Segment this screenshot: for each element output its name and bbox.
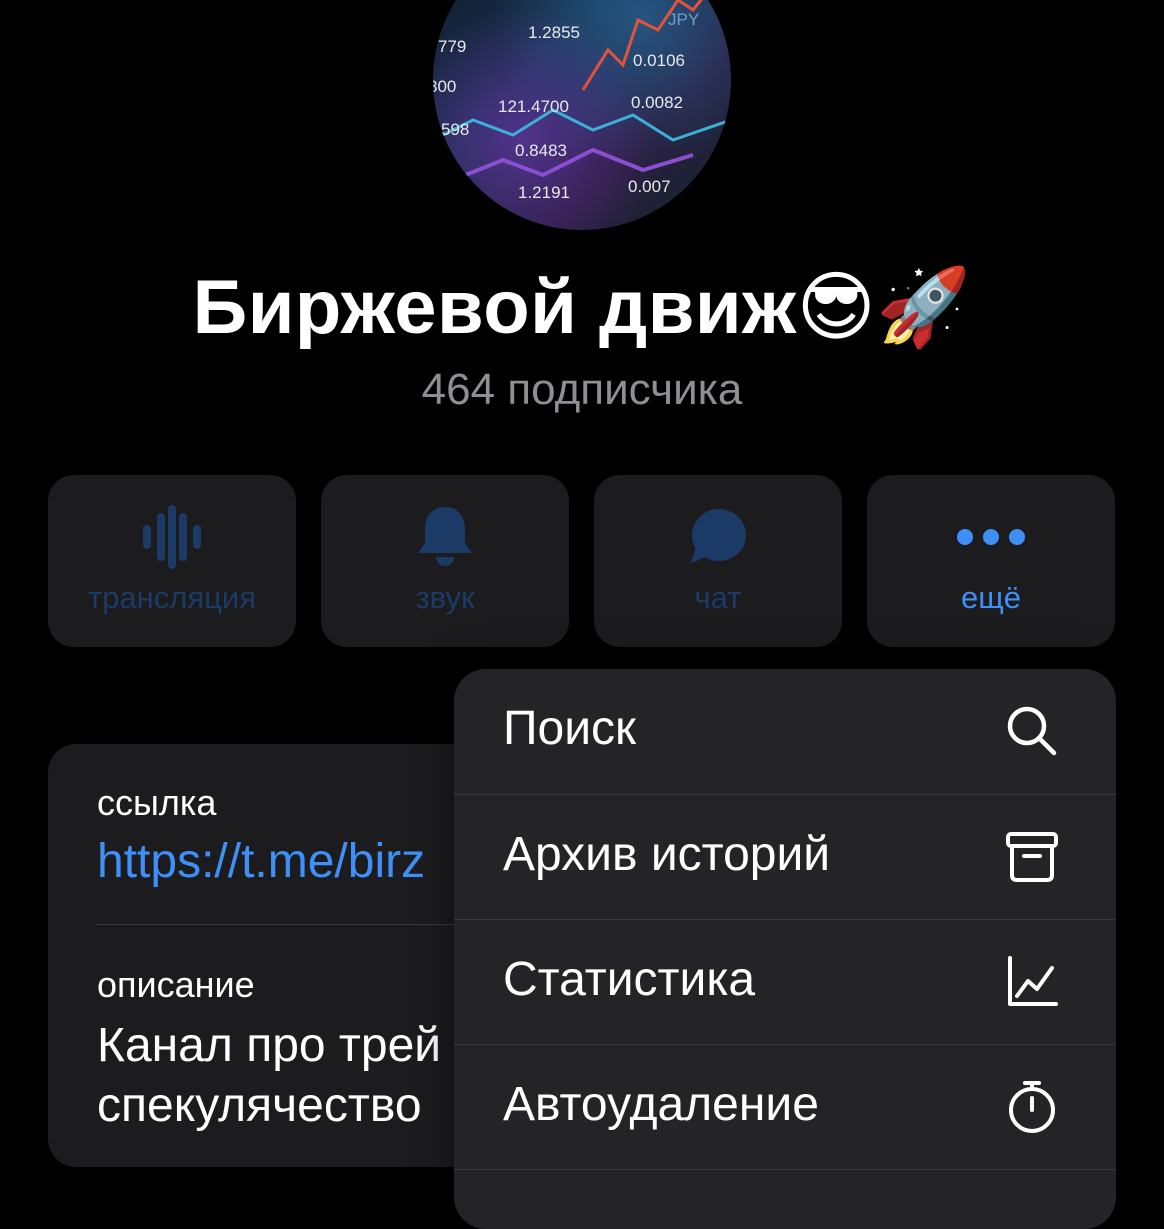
- broadcast-icon: [48, 505, 296, 569]
- chat-bubble-icon: [594, 505, 842, 569]
- stopwatch-icon: [1009, 1081, 1055, 1133]
- more-label: ещё: [961, 580, 1021, 615]
- avatar-number: 598: [441, 120, 469, 139]
- chat-button[interactable]: чат: [594, 475, 842, 647]
- sound-button[interactable]: звук: [321, 475, 569, 647]
- avatar-number: 0.8483: [515, 141, 567, 160]
- avatar-number: 800: [433, 77, 456, 96]
- menu-item-label: Поиск: [503, 702, 637, 755]
- search-icon: [1007, 706, 1057, 756]
- subscriber-count: 464 подписчика: [421, 365, 743, 414]
- channel-title: Биржевой движ😎🚀: [192, 265, 972, 350]
- more-dots-icon: [867, 505, 1115, 569]
- more-button[interactable]: ещё: [867, 475, 1115, 647]
- chat-label: чат: [694, 580, 742, 615]
- channel-avatar[interactable]: 1.2855 JPY 779 0.0106 800 121.4700 0.008…: [433, 0, 731, 230]
- archive-box-icon: [1006, 832, 1058, 882]
- menu-item-auto-delete[interactable]: Автоудаление: [454, 1045, 1116, 1170]
- more-menu: Поиск Архив историй Статистика Автоудале…: [454, 669, 1116, 1229]
- avatar-number: 0.0106: [633, 51, 685, 70]
- menu-separator: [454, 1169, 1116, 1170]
- avatar-chart-image: 1.2855 JPY 779 0.0106 800 121.4700 0.008…: [433, 0, 731, 202]
- avatar-number: 0.0082: [631, 93, 683, 112]
- menu-item-label: Автоудаление: [503, 1078, 819, 1131]
- menu-item-label: Архив историй: [503, 828, 831, 881]
- avatar-number: 1.2191: [518, 183, 570, 202]
- broadcast-label: трансляция: [87, 580, 257, 615]
- menu-item-label: Статистика: [503, 953, 756, 1006]
- channel-description: Канал про трей спекулячество: [97, 1019, 442, 1132]
- sound-label: звук: [415, 580, 475, 615]
- menu-item-story-archive[interactable]: Архив историй: [454, 795, 1116, 920]
- chart-line-icon: [1008, 956, 1058, 1006]
- avatar-number: 1.2855: [528, 23, 580, 42]
- menu-item-statistics[interactable]: Статистика: [454, 920, 1116, 1045]
- bell-icon: [321, 505, 569, 569]
- description-caption: описание: [97, 964, 255, 1005]
- avatar-blue-line: [433, 108, 731, 142]
- avatar-number: 0.007: [628, 177, 671, 196]
- menu-item-search[interactable]: Поиск: [454, 669, 1116, 794]
- avatar-number: 121.4700: [498, 97, 569, 116]
- channel-link[interactable]: https://t.me/birz: [97, 834, 425, 889]
- avatar-purple-line: [452, 147, 694, 182]
- avatar-number: JPY: [668, 10, 699, 29]
- link-caption: ссылка: [97, 782, 217, 823]
- broadcast-button[interactable]: трансляция: [48, 475, 296, 647]
- avatar-number: 779: [438, 37, 466, 56]
